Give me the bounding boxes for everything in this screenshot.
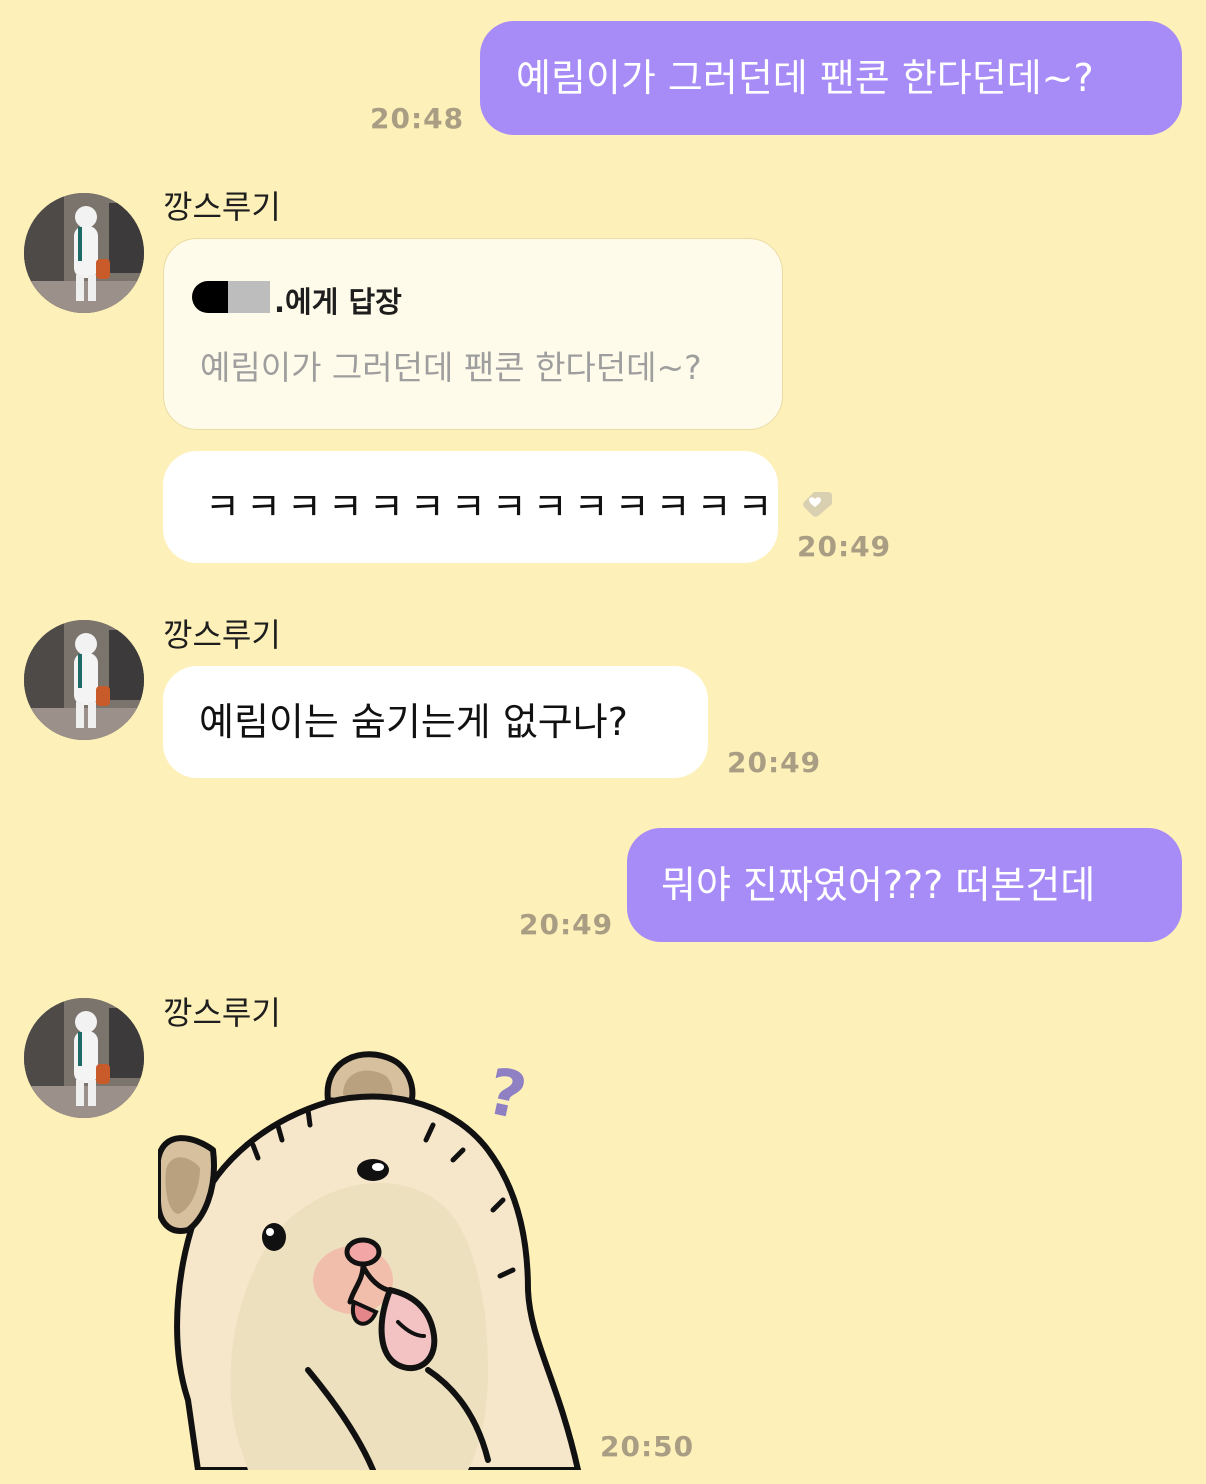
quoted-message: 예림이가 그러던데 팬콘 한다던데~? [200,348,702,387]
message-text: 예림이는 숨기는게 없구나? [199,700,628,744]
sender-name: 깡스루기 [163,616,281,654]
reply-card[interactable]: .에게 답장 예림이가 그러던데 팬콘 한다던데~? [163,238,783,430]
incoming-message-bubble[interactable]: ㅋㅋㅋㅋㅋㅋㅋㅋㅋㅋㅋㅋㅋㅋ [163,451,778,563]
avatar[interactable] [24,193,144,313]
incoming-message-bubble[interactable]: 예림이는 숨기는게 없구나? [163,666,708,778]
message-timestamp: 20:50 [600,1430,695,1463]
sender-name: 깡스루기 [163,994,281,1032]
reply-to-label: .에게 답장 [274,285,402,319]
redacted-name-mark [192,281,232,313]
redacted-name-blur [228,281,270,313]
message-timestamp: 20:49 [797,530,892,563]
heart-tag-icon[interactable] [800,488,834,518]
message-text: 예림이가 그러던데 팬콘 한다던데~? [516,56,1094,100]
sender-name: 깡스루기 [163,188,281,226]
avatar[interactable] [24,620,144,740]
outgoing-message-bubble[interactable]: 뭐야 진짜였어??? 떠본건데 [627,828,1182,942]
message-timestamp: 20:49 [519,908,614,941]
avatar-photo [24,193,144,313]
message-timestamp: 20:48 [370,102,465,135]
message-timestamp: 20:49 [727,746,822,779]
avatar-photo [24,620,144,740]
hamster-question-sticker[interactable]: ? [155,1040,588,1473]
message-text: ㅋㅋㅋㅋㅋㅋㅋㅋㅋㅋㅋㅋㅋㅋ [205,485,779,529]
avatar-photo [24,998,144,1118]
message-text: 뭐야 진짜였어??? 떠본건데 [661,863,1096,907]
outgoing-message-bubble[interactable]: 예림이가 그러던데 팬콘 한다던데~? [480,21,1182,135]
avatar[interactable] [24,998,144,1118]
